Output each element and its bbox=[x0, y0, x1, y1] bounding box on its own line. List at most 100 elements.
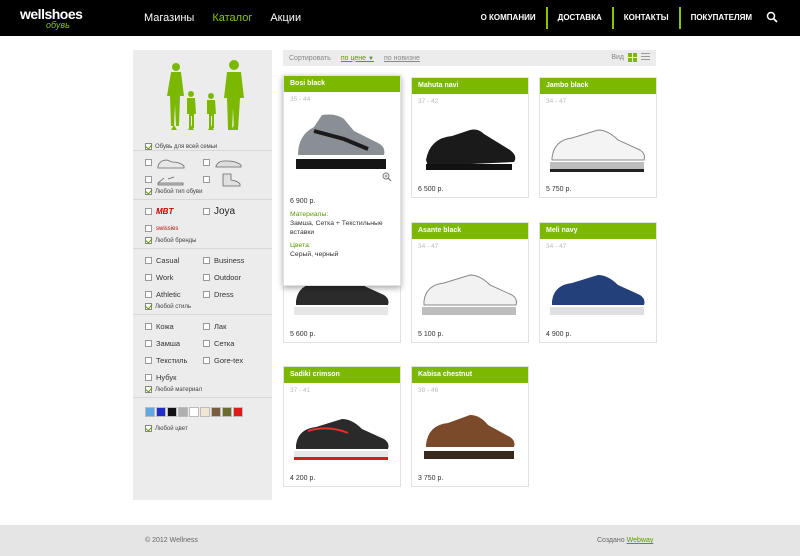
product-name[interactable]: Meli navy bbox=[540, 223, 656, 239]
material-checkbox[interactable] bbox=[203, 357, 210, 364]
color-any-checkbox[interactable] bbox=[145, 425, 152, 432]
material-checkbox[interactable] bbox=[203, 340, 210, 347]
product-card[interactable]: Sadiki crimson 37 - 41 4 200 р. bbox=[283, 366, 401, 487]
hiking-shoe-image[interactable] bbox=[288, 106, 396, 178]
color-swatch[interactable] bbox=[189, 407, 199, 417]
material-option[interactable]: Нубук bbox=[145, 373, 203, 382]
style-option[interactable]: Business bbox=[203, 256, 261, 265]
product-card-expanded[interactable]: Bosi black 35 - 44 6 900 р. Материалы: З… bbox=[283, 75, 401, 286]
color-swatch[interactable] bbox=[167, 407, 177, 417]
nav-shops[interactable]: Магазины bbox=[144, 12, 194, 24]
material-filter-any[interactable]: Любой материал bbox=[145, 386, 260, 393]
product-name[interactable]: Jambo black bbox=[540, 78, 656, 94]
brand-checkbox-mbt[interactable] bbox=[145, 208, 152, 215]
material-checkbox[interactable] bbox=[203, 323, 210, 330]
style-checkbox[interactable] bbox=[145, 291, 152, 298]
material-option[interactable]: Сетка bbox=[203, 339, 261, 348]
logo-subtitle: обувь bbox=[46, 20, 70, 30]
color-filter-any[interactable]: Любой цвет bbox=[145, 425, 260, 432]
style-any-checkbox[interactable] bbox=[145, 303, 152, 310]
material-checkbox[interactable] bbox=[145, 340, 152, 347]
brand-any-checkbox[interactable] bbox=[145, 237, 152, 244]
brand-checkbox-joya[interactable] bbox=[203, 208, 210, 215]
style-checkbox[interactable] bbox=[203, 274, 210, 281]
shoe-type-filter: Любой тип обуви bbox=[133, 150, 272, 199]
sort-by-newness[interactable]: по новизне bbox=[384, 55, 420, 62]
nav-delivery[interactable]: ДОСТАВКА bbox=[545, 7, 612, 29]
material-option[interactable]: Gore-tex bbox=[203, 356, 261, 365]
color-swatch[interactable] bbox=[178, 407, 188, 417]
view-label: Вид bbox=[611, 54, 624, 61]
product-price: 5 750 р. bbox=[546, 186, 572, 193]
product-name[interactable]: Sadiki crimson bbox=[284, 367, 400, 383]
product-card[interactable]: Mahuta navi 37 - 42 6 500 р. bbox=[411, 77, 529, 198]
nav-contacts[interactable]: КОНТАКТЫ bbox=[611, 7, 679, 29]
sneaker-image[interactable] bbox=[416, 257, 524, 323]
family-filter-any[interactable]: Обувь для всей семьи bbox=[145, 143, 217, 150]
brand-checkbox-swissies[interactable] bbox=[145, 225, 152, 232]
brand-filter-any[interactable]: Любой бренды bbox=[145, 237, 260, 244]
nav-catalog[interactable]: Каталог bbox=[212, 12, 252, 24]
dress-shoe-image[interactable] bbox=[416, 112, 524, 178]
sneaker-image[interactable] bbox=[288, 401, 396, 467]
nav-about[interactable]: О КОМПАНИИ bbox=[471, 7, 546, 29]
sneaker-image[interactable] bbox=[544, 112, 652, 178]
style-checkbox[interactable] bbox=[203, 291, 210, 298]
style-option[interactable]: Dress bbox=[203, 290, 261, 299]
joya-logo-icon: Joya bbox=[214, 206, 236, 217]
style-checkbox[interactable] bbox=[145, 274, 152, 281]
style-checkbox[interactable] bbox=[145, 257, 152, 264]
type-any-checkbox[interactable] bbox=[145, 188, 152, 195]
style-option[interactable]: Casual bbox=[145, 256, 203, 265]
product-size-range: 38 - 46 bbox=[418, 387, 439, 394]
style-checkbox[interactable] bbox=[203, 257, 210, 264]
material-option[interactable]: Лак bbox=[203, 322, 261, 331]
material-option[interactable]: Кожа bbox=[145, 322, 203, 331]
sneaker-image[interactable] bbox=[544, 257, 652, 323]
list-view-icon[interactable] bbox=[641, 53, 650, 62]
type-checkbox-boot[interactable] bbox=[203, 176, 210, 183]
search-icon[interactable] bbox=[766, 11, 778, 23]
style-option[interactable]: Athletic bbox=[145, 290, 203, 299]
nav-promotions[interactable]: Акции bbox=[270, 12, 301, 24]
mbt-logo-icon: MBT bbox=[156, 207, 174, 216]
color-swatch[interactable] bbox=[156, 407, 166, 417]
color-swatch[interactable] bbox=[200, 407, 210, 417]
material-any-checkbox[interactable] bbox=[145, 386, 152, 393]
style-option[interactable]: Outdoor bbox=[203, 273, 261, 282]
material-checkbox[interactable] bbox=[145, 323, 152, 330]
product-card[interactable]: Asante black 34 - 47 5 100 р. bbox=[411, 222, 529, 343]
material-checkbox[interactable] bbox=[145, 357, 152, 364]
product-name[interactable]: Kabisa chestnut bbox=[412, 367, 528, 383]
style-option[interactable]: Work bbox=[145, 273, 203, 282]
sort-by-price[interactable]: по цене ▼ bbox=[341, 55, 374, 62]
type-filter-any[interactable]: Любой тип обуви bbox=[145, 188, 260, 195]
product-name[interactable]: Bosi black bbox=[284, 76, 400, 92]
color-swatch[interactable] bbox=[233, 407, 243, 417]
product-price: 5 100 р. bbox=[418, 331, 444, 338]
type-checkbox-low[interactable] bbox=[203, 159, 210, 166]
type-checkbox-sandal[interactable] bbox=[145, 176, 152, 183]
material-option[interactable]: Текстиль bbox=[145, 356, 203, 365]
family-silhouette-icon[interactable] bbox=[133, 50, 272, 140]
nav-customers[interactable]: ПОКУПАТЕЛЯМ bbox=[678, 7, 762, 29]
product-size-range: 35 - 44 bbox=[290, 96, 311, 103]
type-checkbox-sneaker[interactable] bbox=[145, 159, 152, 166]
webway-link[interactable]: Webway bbox=[627, 537, 654, 544]
material-option[interactable]: Замша bbox=[145, 339, 203, 348]
zoom-icon[interactable] bbox=[382, 172, 392, 182]
material-checkbox[interactable] bbox=[145, 374, 152, 381]
walking-shoe-image[interactable] bbox=[416, 401, 524, 467]
style-filter-any[interactable]: Любой стиль bbox=[145, 303, 260, 310]
product-card[interactable]: Kabisa chestnut 38 - 46 3 750 р. bbox=[411, 366, 529, 487]
grid-view-icon[interactable] bbox=[628, 53, 637, 62]
color-swatch[interactable] bbox=[145, 407, 155, 417]
product-card[interactable]: Jambo black 34 - 47 5 750 р. bbox=[539, 77, 657, 198]
family-checkbox[interactable] bbox=[145, 143, 152, 150]
product-name[interactable]: Mahuta navi bbox=[412, 78, 528, 94]
color-swatch[interactable] bbox=[222, 407, 232, 417]
product-card[interactable]: Meli navy 34 - 47 4 900 р. bbox=[539, 222, 657, 343]
product-name[interactable]: Asante black bbox=[412, 223, 528, 239]
made-by: Создано Webway bbox=[597, 537, 654, 544]
color-swatch[interactable] bbox=[211, 407, 221, 417]
